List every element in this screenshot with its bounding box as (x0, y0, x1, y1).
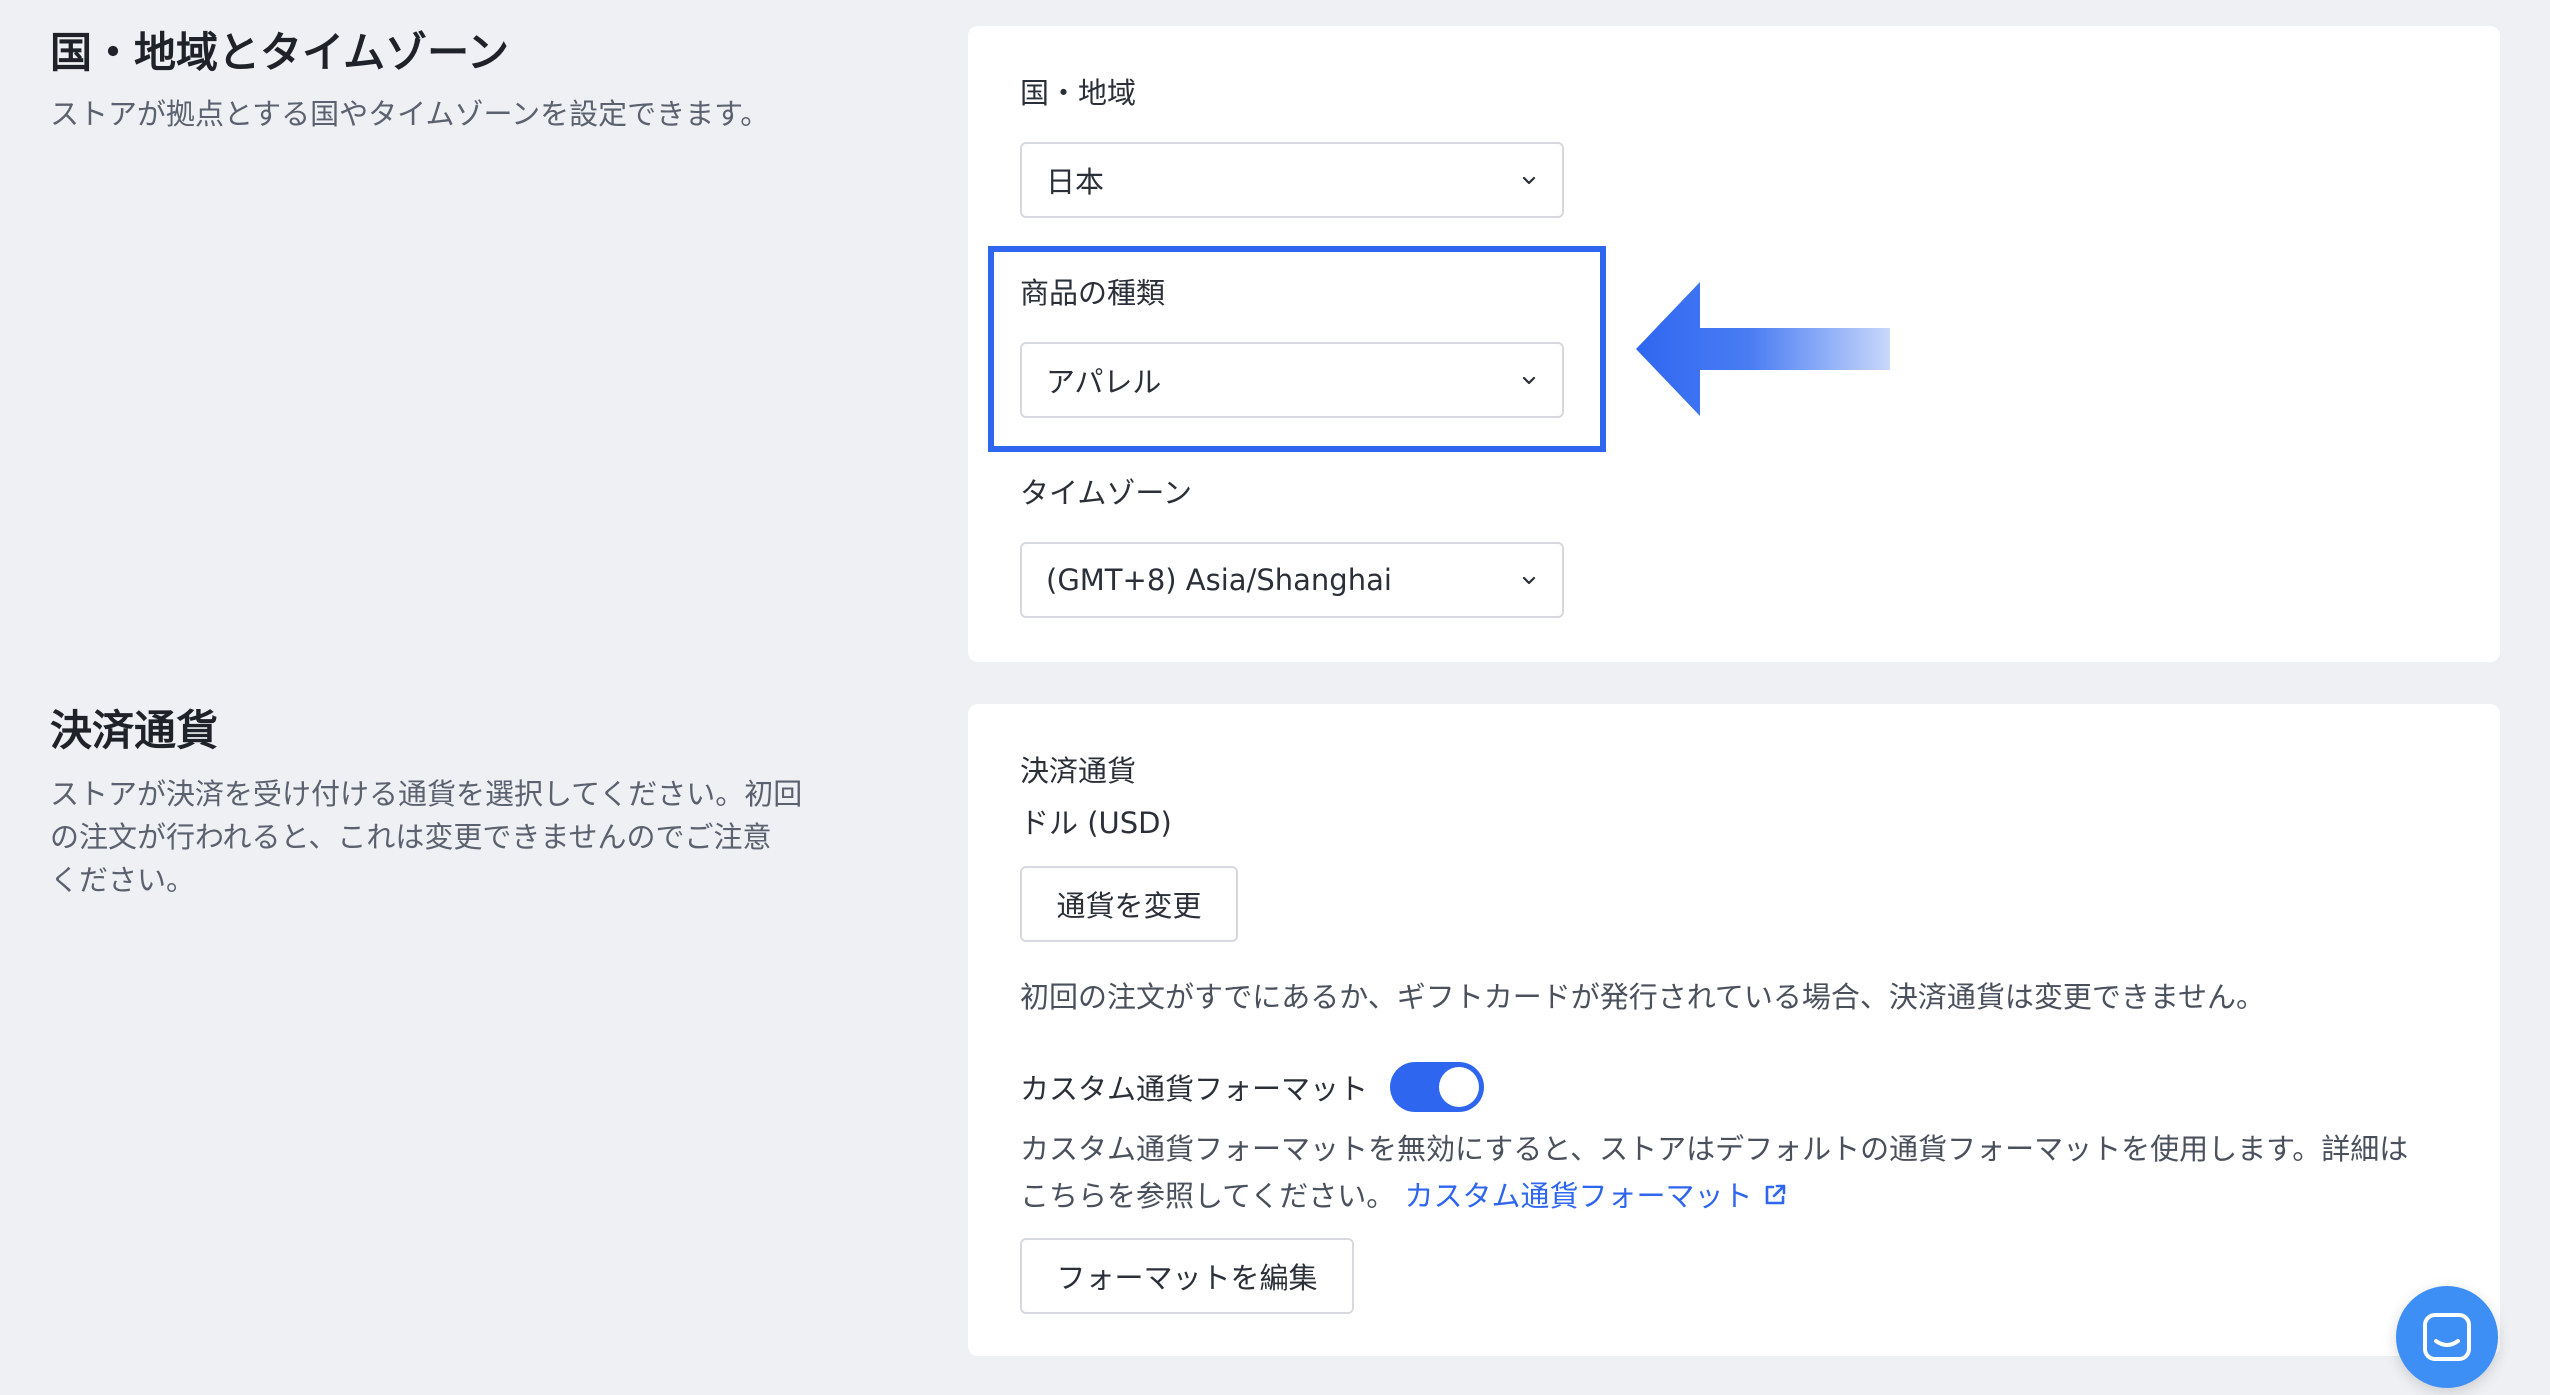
timezone-select[interactable]: (GMT+8) Asia/Shanghai (1020, 542, 1564, 618)
toggle-knob (1439, 1067, 1479, 1107)
custom-format-link[interactable]: カスタム通貨フォーマット (1404, 1179, 1788, 1213)
currency-section-title: 決済通貨 (50, 706, 219, 755)
chevron-down-icon (1522, 576, 1536, 585)
chevron-down-icon (1522, 176, 1536, 185)
country-select-value: 日本 (1046, 165, 1105, 199)
currency-card: 決済通貨 ドル (USD) 通貨を変更 初回の注文がすでにあるか、ギフトカードが… (968, 704, 2500, 1356)
currency-section-description: ストアが決済を受け付ける通貨を選択してください。初回 の注文が行われると、これは… (50, 773, 870, 902)
custom-format-description: カスタム通貨フォーマットを無効にすると、ストアはデフォルトの通貨フォーマットを使… (1020, 1126, 2480, 1220)
product-type-select[interactable]: アパレル (1020, 342, 1564, 418)
custom-format-link-text[interactable]: カスタム通貨フォーマット (1404, 1179, 1752, 1213)
custom-format-description-line2: こちらを参照してください。 カスタム通貨フォーマット (1020, 1173, 2480, 1220)
edit-format-button[interactable]: フォーマットを編集 (1020, 1238, 1354, 1314)
region-section-header: 国・地域とタイムゾーン ストアが拠点とする国やタイムゾーンを設定できます。 (50, 26, 850, 136)
timezone-select-value: (GMT+8) Asia/Shanghai (1046, 563, 1392, 597)
region-section-title: 国・地域とタイムゾーン (50, 28, 510, 77)
region-section-description: ストアが拠点とする国やタイムゾーンを設定できます。 (50, 96, 770, 131)
change-currency-button[interactable]: 通貨を変更 (1020, 866, 1238, 942)
currency-description-line: ストアが決済を受け付ける通貨を選択してください。初回 (50, 776, 803, 811)
chevron-down-icon (1522, 376, 1536, 385)
currency-section-header: 決済通貨 ストアが決済を受け付ける通貨を選択してください。初回 の注文が行われる… (50, 704, 870, 902)
left-arrow-icon (1636, 282, 1890, 416)
timezone-label: タイムゾーン (1020, 476, 1192, 510)
chat-button[interactable] (2396, 1286, 2498, 1388)
currency-description-line: の注文が行われると、これは変更できませんのでご注意 (50, 819, 772, 854)
external-link-icon[interactable] (1761, 1181, 1789, 1209)
custom-format-description-text: こちらを参照してください。 (1020, 1179, 1396, 1213)
currency-description-line: ください。 (50, 862, 196, 897)
currency-value: ドル (USD) (1020, 806, 1172, 840)
chat-icon (2423, 1313, 2471, 1361)
currency-label: 決済通貨 (1020, 754, 1137, 788)
product-type-label: 商品の種類 (1020, 276, 1166, 310)
custom-format-toggle[interactable] (1390, 1062, 1484, 1112)
country-select[interactable]: 日本 (1020, 142, 1564, 218)
custom-format-description-line: カスタム通貨フォーマットを無効にすると、ストアはデフォルトの通貨フォーマットを使… (1020, 1132, 2409, 1166)
currency-notice: 初回の注文がすでにあるか、ギフトカードが発行されている場合、決済通貨は変更できま… (1020, 980, 2265, 1014)
settings-page: 国・地域とタイムゾーン ストアが拠点とする国やタイムゾーンを設定できます。 国・… (0, 0, 2550, 1395)
custom-format-label: カスタム通貨フォーマット (1020, 1072, 1369, 1106)
country-label: 国・地域 (1020, 76, 1137, 110)
product-type-select-value: アパレル (1046, 365, 1162, 399)
